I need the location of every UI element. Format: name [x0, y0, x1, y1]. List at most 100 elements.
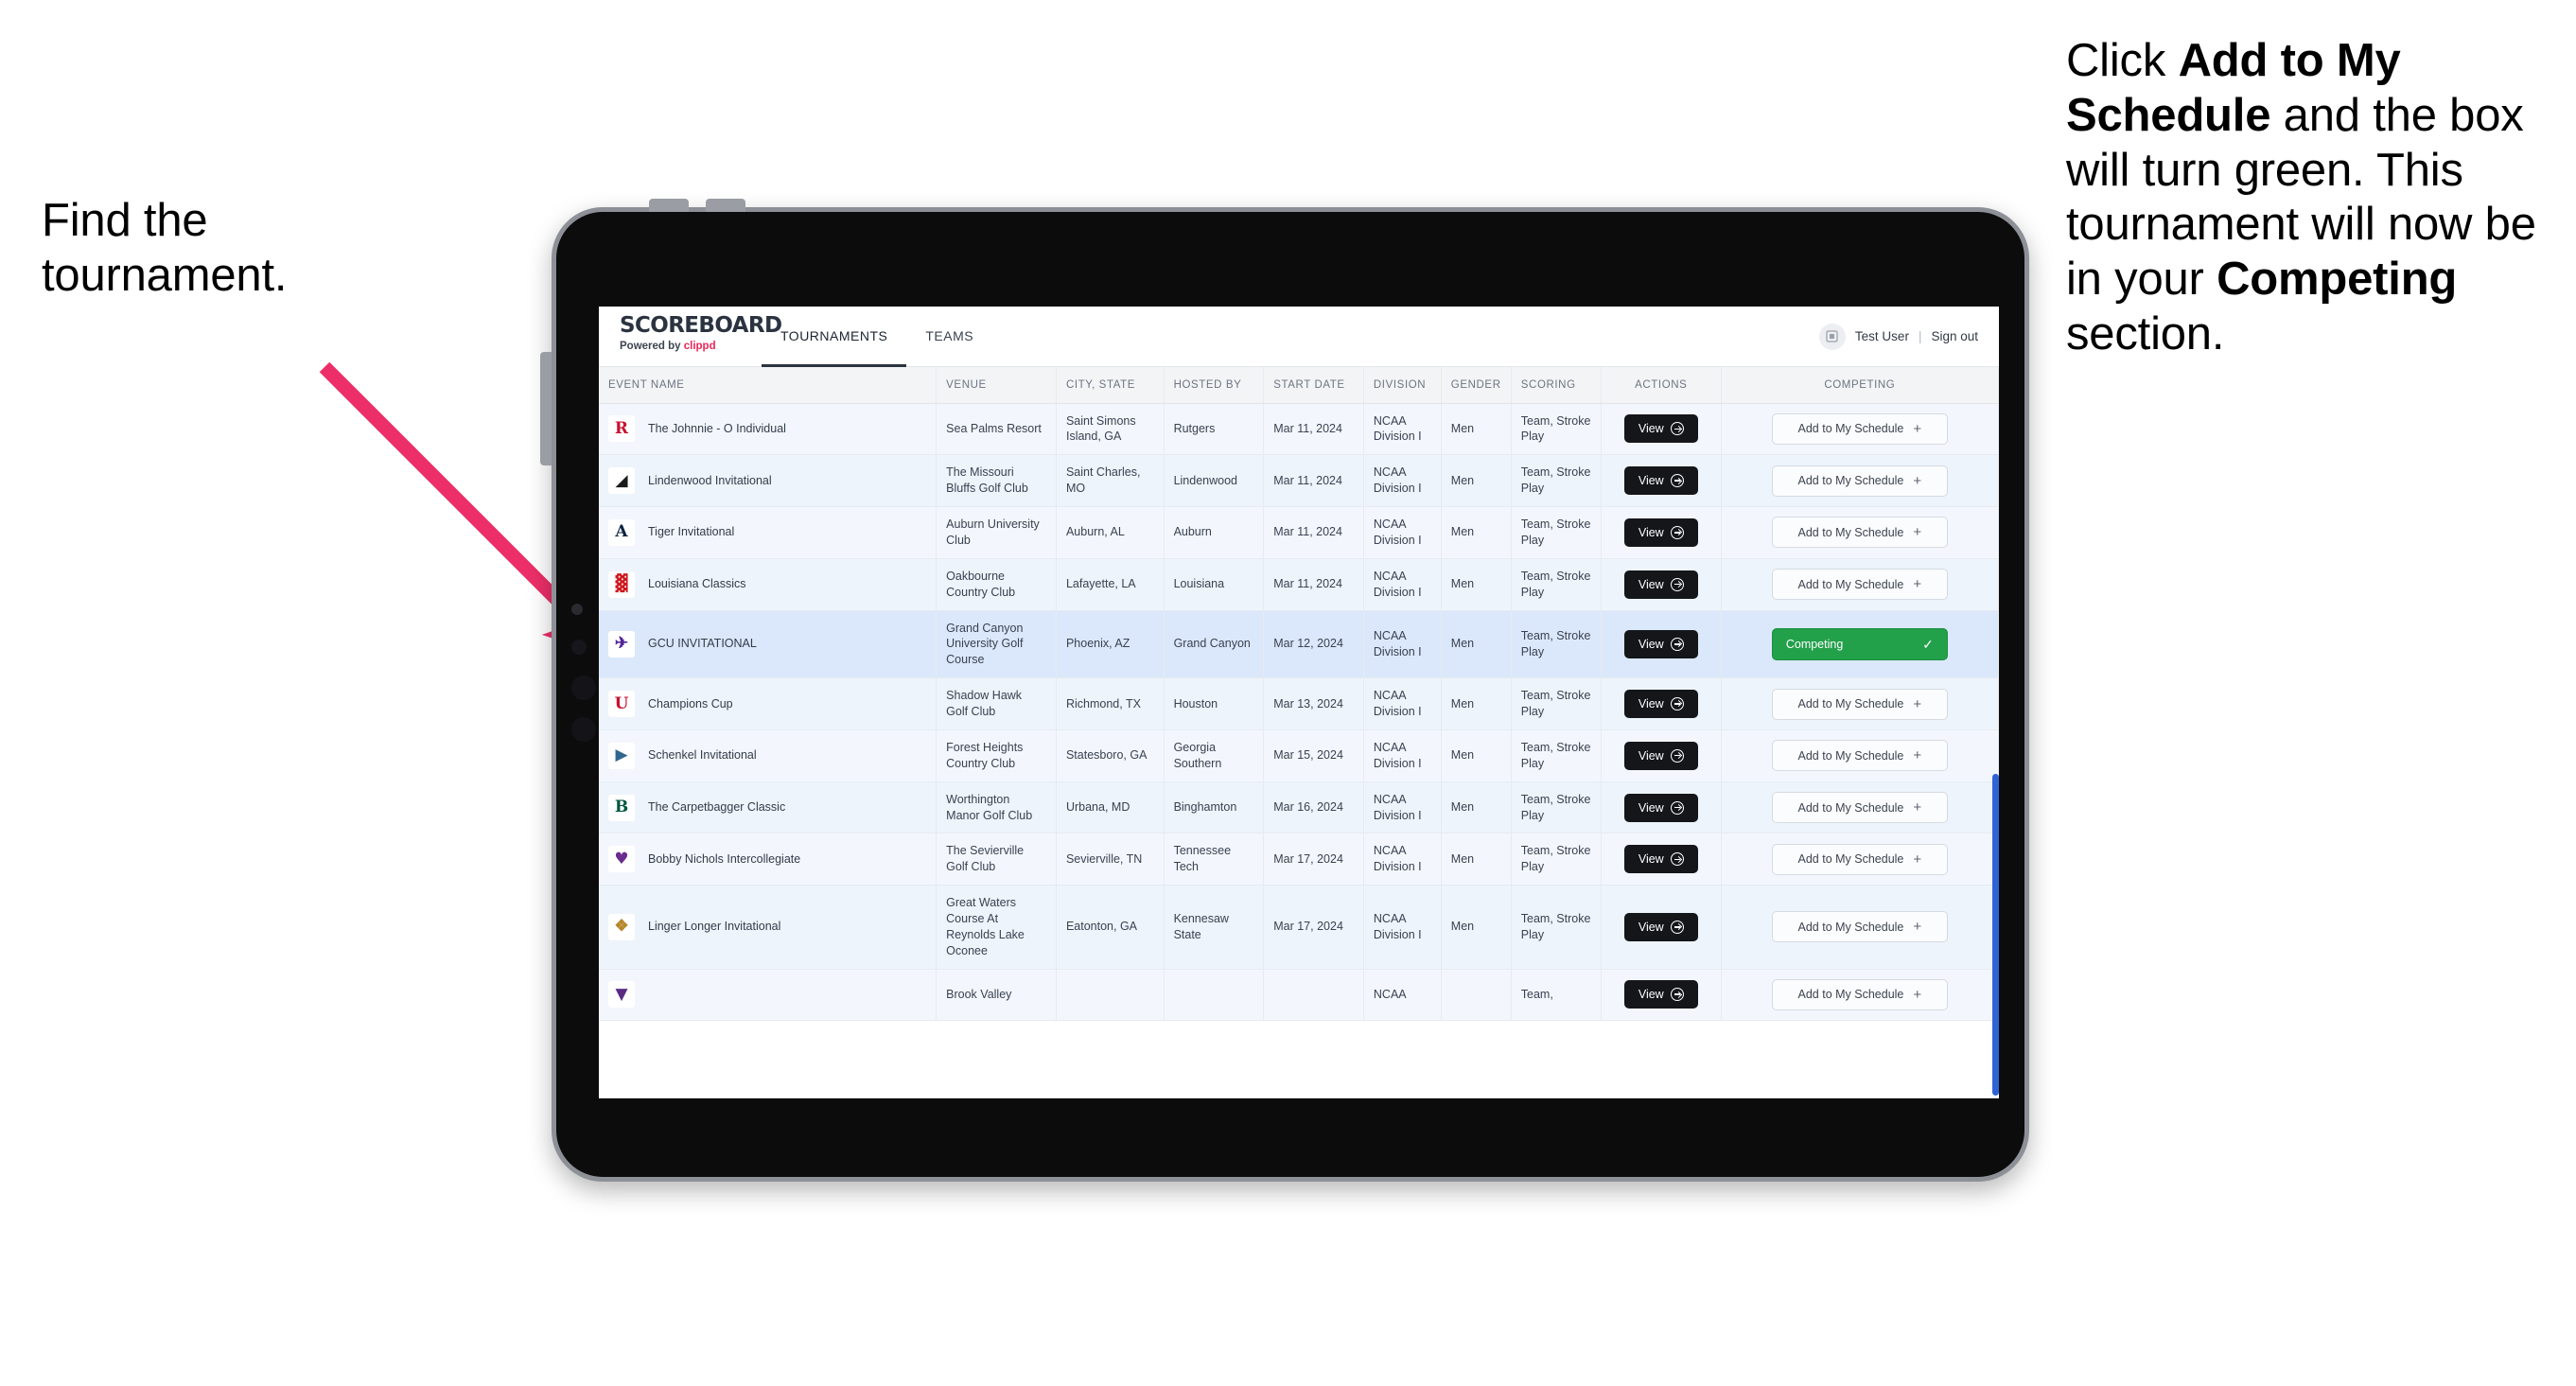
cell-scoring: Team, Stroke Play: [1511, 885, 1602, 970]
view-button[interactable]: View: [1623, 690, 1698, 718]
cell-gender: Men: [1441, 558, 1512, 611]
volume-up-button[interactable]: [649, 199, 689, 212]
view-button-label: View: [1638, 474, 1664, 488]
view-button[interactable]: View: [1623, 741, 1698, 770]
cell-city-state: Saint Simons Island, GA: [1056, 403, 1165, 456]
cell-city-state: Saint Charles, MO: [1056, 454, 1165, 507]
add-to-my-schedule-button[interactable]: Add to My Schedule +: [1771, 517, 1948, 549]
table-body: R The Johnnie - O Individual Sea Palms Res…: [599, 403, 1999, 1021]
view-button[interactable]: View: [1623, 629, 1698, 658]
app-header: SCOREBOARD Powered by clippd TOURNAMENTS…: [599, 307, 1999, 367]
table-row[interactable]: ❖ Linger Longer Invitational Great Waters …: [599, 885, 1999, 970]
volume-down-button[interactable]: [706, 199, 745, 212]
arrow-right-circle-icon: [1670, 697, 1684, 711]
add-to-my-schedule-button[interactable]: Add to My Schedule +: [1771, 465, 1948, 497]
cell-scoring: Team, Stroke Play: [1511, 781, 1602, 834]
cell-competing: Add to My Schedule +: [1721, 454, 1999, 507]
table-row[interactable]: R The Johnnie - O Individual Sea Palms Res…: [599, 403, 1999, 456]
view-button-label: View: [1638, 852, 1664, 867]
view-button[interactable]: View: [1623, 414, 1698, 444]
view-button-label: View: [1638, 988, 1664, 1002]
table-row[interactable]: ▓ Louisiana Classics Oakbourne Country Clu…: [599, 558, 1999, 611]
table-row[interactable]: ◢ Lindenwood Invitational The Missouri Blu…: [599, 454, 1999, 507]
event-name-label: Louisiana Classics: [648, 577, 746, 591]
cell-start-date: Mar 12, 2024: [1263, 610, 1364, 679]
vertical-scrollbar[interactable]: [1992, 774, 1999, 1096]
table-row[interactable]: ▶ Schenkel Invitational Forest Heights Cou…: [599, 729, 1999, 782]
cell-hosted-by: Binghamton: [1164, 781, 1265, 834]
cell-scoring: Team, Stroke Play: [1511, 506, 1602, 559]
event-name-label: Bobby Nichols Intercollegiate: [648, 851, 801, 866]
table-row[interactable]: A Tiger Invitational Auburn University Clu…: [599, 506, 1999, 559]
plus-icon: +: [1913, 851, 1922, 868]
cell-division: NCAA Division I: [1363, 781, 1442, 834]
add-to-my-schedule-button[interactable]: Add to My Schedule +: [1771, 792, 1948, 823]
add-to-my-schedule-label: Add to My Schedule: [1797, 988, 1904, 1002]
view-button[interactable]: View: [1623, 845, 1698, 874]
competing-button[interactable]: Competing ✓: [1771, 627, 1948, 660]
power-button[interactable]: [540, 352, 552, 465]
cell-actions: View: [1601, 403, 1722, 456]
cell-event-name: U Champions Cup: [599, 677, 938, 730]
view-button[interactable]: View: [1623, 570, 1698, 599]
tab-tournaments[interactable]: TOURNAMENTS: [762, 307, 907, 367]
arrow-right-circle-icon: [1670, 852, 1684, 867]
cell-actions: View: [1601, 677, 1722, 730]
cell-venue: Forest Heights Country Club: [936, 729, 1057, 782]
sign-out-link[interactable]: Sign out: [1931, 329, 1978, 343]
cell-start-date: Mar 13, 2024: [1263, 677, 1364, 730]
view-button[interactable]: View: [1623, 980, 1698, 1009]
add-to-my-schedule-button[interactable]: Add to My Schedule +: [1771, 412, 1948, 445]
add-to-my-schedule-button[interactable]: Add to My Schedule +: [1771, 688, 1948, 720]
cell-actions: View: [1601, 885, 1722, 970]
tournaments-table-wrap: EVENT NAME VENUE CITY, STATE HOSTED BY START…: [599, 367, 1999, 1098]
cell-event-name: ♥ Bobby Nichols Intercollegiate: [599, 833, 938, 886]
cell-start-date: Mar 11, 2024: [1263, 506, 1364, 559]
cell-gender: [1441, 969, 1512, 1021]
add-to-my-schedule-label: Add to My Schedule: [1797, 852, 1904, 867]
table-row[interactable]: ✈ GCU INVITATIONAL Grand Canyon University…: [599, 610, 1999, 679]
table-header-row: EVENT NAME VENUE CITY, STATE HOSTED BY START…: [599, 367, 1999, 404]
column-header-start-date: START DATE: [1263, 367, 1364, 404]
cell-competing: Add to My Schedule +: [1721, 885, 1999, 970]
tab-teams[interactable]: TEAMS: [906, 307, 992, 367]
table-row[interactable]: B The Carpetbagger Classic Worthington Man…: [599, 781, 1999, 834]
table-row[interactable]: ▼ Brook Valley NCAA Team, View Add to My Sche…: [599, 969, 1999, 1021]
cell-actions: View: [1601, 781, 1722, 834]
table-row[interactable]: ♥ Bobby Nichols Intercollegiate The Sevier…: [599, 833, 1999, 886]
view-button[interactable]: View: [1623, 466, 1698, 496]
cell-division: NCAA Division I: [1363, 833, 1442, 886]
event-name-label: GCU INVITATIONAL: [648, 637, 757, 651]
table-row[interactable]: U Champions Cup Shadow Hawk Golf Club Richm…: [599, 677, 1999, 730]
view-button[interactable]: View: [1623, 912, 1698, 941]
user-name: Test User: [1854, 329, 1909, 343]
user-grid-icon[interactable]: [1818, 323, 1846, 350]
cell-gender: Men: [1441, 781, 1512, 834]
add-to-my-schedule-button[interactable]: Add to My Schedule +: [1771, 843, 1948, 875]
add-to-my-schedule-button[interactable]: Add to My Schedule +: [1771, 740, 1948, 772]
team-logo-icon: ✈: [608, 630, 635, 658]
add-to-my-schedule-button[interactable]: Add to My Schedule +: [1771, 978, 1948, 1010]
cell-venue: Worthington Manor Golf Club: [936, 781, 1057, 834]
event-name-label: The Johnnie - O Individual: [648, 421, 786, 435]
event-name-label: Tiger Invitational: [648, 525, 735, 539]
cell-actions: View: [1601, 454, 1722, 507]
add-to-my-schedule-label: Add to My Schedule: [1797, 525, 1904, 539]
cell-event-name: B The Carpetbagger Classic: [599, 781, 938, 834]
view-button[interactable]: View: [1623, 518, 1698, 547]
cell-actions: View: [1601, 506, 1722, 559]
add-to-my-schedule-button[interactable]: Add to My Schedule +: [1771, 911, 1948, 943]
cell-hosted-by: Grand Canyon: [1164, 610, 1265, 679]
brand-logo[interactable]: SCOREBOARD Powered by clippd: [599, 307, 782, 366]
plus-icon: +: [1913, 472, 1922, 489]
cell-gender: Men: [1441, 506, 1512, 559]
team-logo-icon: R: [608, 415, 635, 443]
column-header-city-state: CITY, STATE: [1056, 367, 1165, 404]
speaker-hole-2: [571, 717, 596, 742]
check-icon: ✓: [1922, 636, 1934, 652]
cell-gender: Men: [1441, 454, 1512, 507]
add-to-my-schedule-button[interactable]: Add to My Schedule +: [1771, 569, 1948, 601]
view-button[interactable]: View: [1623, 793, 1698, 822]
arrow-right-circle-icon: [1670, 920, 1684, 934]
team-logo-icon: ▼: [608, 981, 635, 1009]
